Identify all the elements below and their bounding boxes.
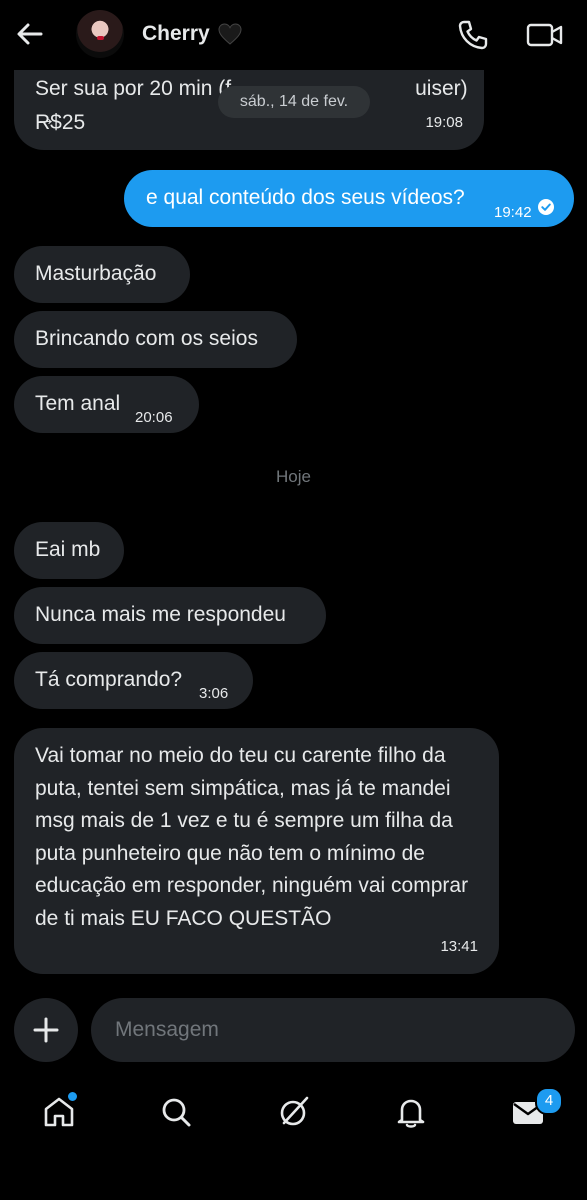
message-bubble-incoming[interactable]: Tem anal 20:06 — [14, 376, 199, 433]
black-heart-emoji — [218, 23, 242, 45]
message-bubble-incoming[interactable]: Brincando com os seios — [14, 311, 297, 368]
avatar[interactable] — [76, 10, 124, 58]
message-text-line: R$25 — [35, 111, 86, 134]
message-bubble-incoming[interactable]: Nunca mais me respondeu — [14, 587, 326, 644]
message-bubble-incoming[interactable]: Vai tomar no meio do teu cu carente filh… — [14, 728, 499, 974]
date-separator-today: Hoje — [276, 467, 311, 486]
messages-unread-badge: 4 — [535, 1087, 563, 1115]
message-timestamp: 19:42 — [494, 204, 532, 221]
phone-icon[interactable] — [456, 18, 490, 52]
message-bubble-incoming[interactable]: Eai mb — [14, 522, 124, 579]
message-bubble-incoming[interactable]: Tá comprando? 3:06 — [14, 652, 253, 709]
message-text: Nunca mais me respondeu — [35, 603, 286, 626]
message-text: Tem anal — [35, 392, 121, 415]
conversation-header: Cherry — [0, 0, 587, 70]
contact-name[interactable]: Cherry — [142, 22, 210, 46]
add-attachment-button[interactable] — [14, 998, 78, 1062]
message-text: Masturbação — [35, 262, 157, 285]
notifications-bell-icon[interactable] — [393, 1094, 429, 1130]
message-text: Tá comprando? — [35, 668, 183, 691]
message-timestamp: 13:41 — [440, 938, 478, 955]
message-text: Vai tomar no meio do teu cu carente filh… — [35, 744, 469, 930]
message-text: e qual conteúdo dos seus vídeos? — [146, 186, 465, 209]
bottom-navigation — [0, 1080, 587, 1146]
message-timestamp: 20:06 — [135, 409, 173, 426]
plus-icon — [33, 1017, 59, 1043]
home-notification-dot — [66, 1090, 79, 1103]
message-bubble-outgoing[interactable]: e qual conteúdo dos seus vídeos? 19:42 — [124, 170, 574, 227]
message-text: Brincando com os seios — [35, 327, 258, 350]
message-timestamp: 3:06 — [199, 685, 229, 702]
message-timestamp: 19:08 — [425, 114, 463, 131]
message-input[interactable] — [91, 998, 575, 1062]
search-icon[interactable] — [158, 1094, 194, 1130]
back-arrow-icon[interactable] — [14, 18, 46, 50]
video-camera-icon[interactable] — [526, 20, 564, 50]
message-bubble-incoming[interactable]: Masturbação — [14, 246, 190, 303]
read-check-icon — [538, 199, 554, 215]
message-text: Eai mb — [35, 538, 101, 561]
grok-icon[interactable] — [276, 1094, 312, 1130]
date-separator-floating: sáb., 14 de fev. — [218, 86, 370, 118]
